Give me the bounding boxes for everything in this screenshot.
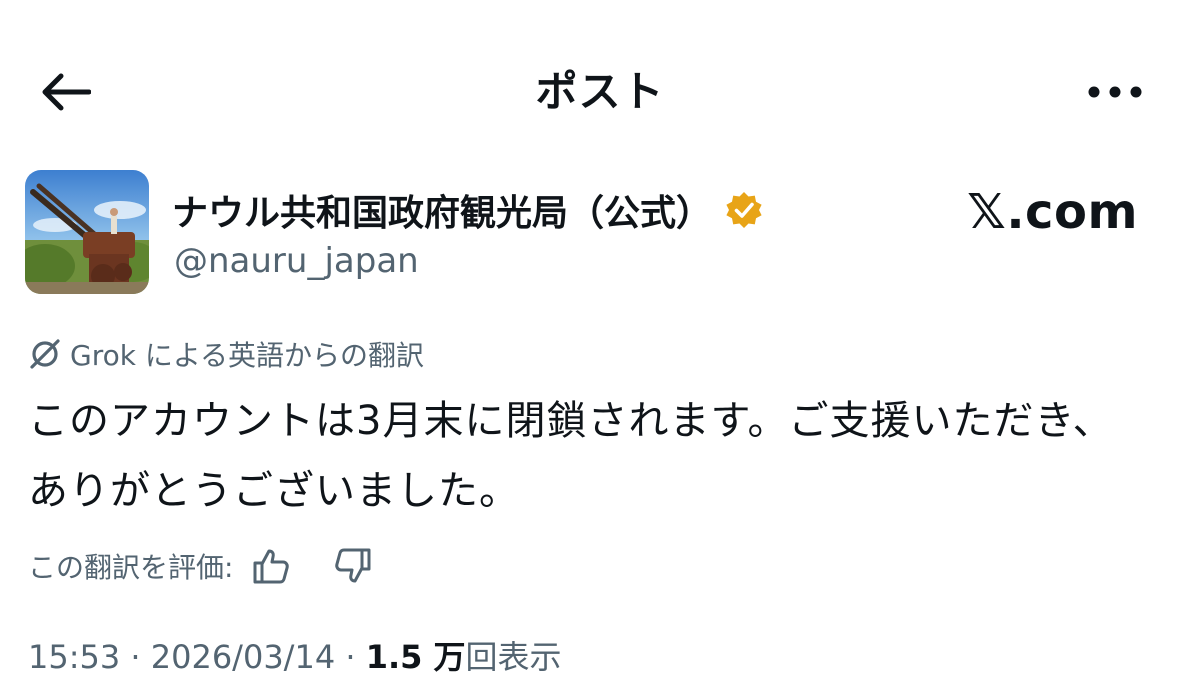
rate-translation-label: この翻訳を評価: <box>28 551 234 584</box>
more-options-button[interactable] <box>1080 62 1150 122</box>
post-date[interactable]: 2026/03/14 <box>151 638 335 676</box>
brand-watermark: 𝕏.com <box>967 184 1138 240</box>
author-name-row[interactable]: ナウル共和国政府観光局（公式） <box>172 180 764 240</box>
translation-label-text: Grok による英語からの翻訳 <box>70 339 425 372</box>
translation-source-label: Grok による英語からの翻訳 <box>28 332 424 376</box>
author-handle[interactable]: @nauru_japan <box>174 236 419 286</box>
post-time[interactable]: 15:53 <box>28 638 120 676</box>
post-text: このアカウントは3月末に閉鎖されます。ご支援いただき、ありがとうございました。 <box>28 398 1114 514</box>
more-horizontal-icon <box>1088 86 1142 98</box>
page-title: ポスト <box>535 67 665 116</box>
meta-separator: · <box>345 638 356 676</box>
avatar[interactable] <box>25 170 149 294</box>
thumbs-up-icon <box>253 549 290 584</box>
rate-translation-row: この翻訳を評価: <box>28 538 377 594</box>
post-meta: 15:53 · 2026/03/14 · 1.5 万回表示 <box>28 632 562 682</box>
author-display-name[interactable]: ナウル共和国政府観光局（公式） <box>172 184 712 236</box>
views-count: 1.5 万 <box>365 638 466 676</box>
grok-icon <box>30 339 60 369</box>
thumbs-down-icon <box>335 548 371 583</box>
views-label: 回表示 <box>465 638 562 676</box>
thumbs-up-button[interactable] <box>247 542 295 590</box>
post-detail-page: ポスト ナウル共和国政府観光局（公式） @nauru_japan 𝕏.com G… <box>0 0 1200 683</box>
meta-separator: · <box>130 638 141 676</box>
verified-gold-badge-icon <box>726 192 762 228</box>
thumbs-down-button[interactable] <box>329 542 377 590</box>
avatar-image <box>25 170 149 294</box>
